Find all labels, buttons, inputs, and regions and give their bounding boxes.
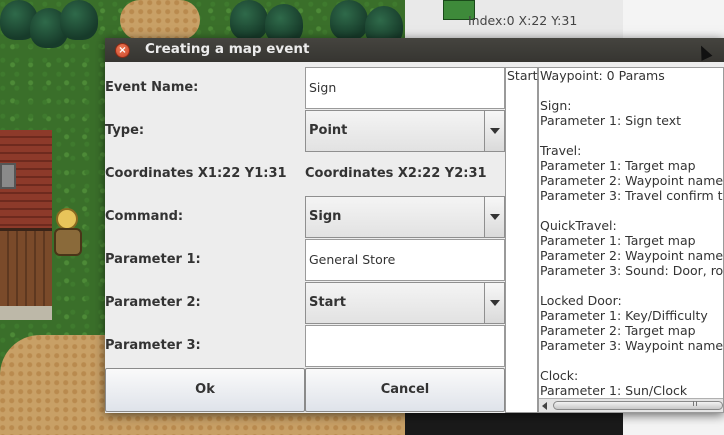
command-label: Command: [105, 209, 184, 224]
command-help-text: Waypoint: 0 Params Sign: Parameter 1: Si… [540, 68, 724, 398]
parameter1-label: Parameter 1: [105, 252, 201, 267]
event-name-label: Event Name: [105, 80, 199, 95]
scrollbar-thumb[interactable] [553, 401, 723, 410]
parameter1-row: Parameter 1: General Store [105, 239, 505, 282]
dirt-path-top [120, 0, 200, 40]
parameter2-selected-value: Start [309, 295, 346, 310]
coordinates-row: Coordinates X1:22 Y1:31 Coordinates X2:2… [105, 153, 505, 196]
command-dropdown[interactable]: Sign [305, 196, 505, 238]
close-icon[interactable]: × [115, 43, 130, 58]
type-row: Type: Point [105, 110, 505, 153]
npc-character-head [56, 208, 78, 230]
waypoint-list[interactable]: Start [505, 67, 538, 413]
parameter3-input[interactable] [305, 325, 505, 367]
scroll-left-icon[interactable] [542, 402, 547, 410]
parameter3-row: Parameter 3: [105, 325, 505, 368]
parameter2-label: Parameter 2: [105, 295, 201, 310]
dialog-title: Creating a map event [145, 41, 310, 57]
scrollbar-grip-icon [693, 401, 697, 406]
event-name-row: Event Name: Sign [105, 67, 505, 110]
type-label: Type: [105, 123, 145, 138]
tree [230, 0, 268, 40]
dialog-titlebar[interactable]: × Creating a map event [105, 38, 724, 62]
command-row: Command: Sign [105, 196, 505, 239]
parameter3-label: Parameter 3: [105, 338, 201, 353]
npc-character-body [54, 228, 82, 256]
type-dropdown[interactable]: Point [305, 110, 505, 152]
parameter2-row: Parameter 2: Start [105, 282, 505, 325]
chevron-down-icon[interactable] [484, 283, 504, 323]
house-chimney [0, 163, 16, 189]
chevron-down-icon[interactable] [484, 197, 504, 237]
tree [60, 0, 98, 40]
cancel-button[interactable]: Cancel [305, 368, 505, 412]
create-map-event-dialog: × Creating a map event Event Name: Sign … [105, 38, 724, 413]
coordinates-end-label: Coordinates X2:22 Y2:31 [305, 166, 487, 181]
index-coordinates-label: Index:0 X:22 Y:31 [468, 13, 578, 28]
event-name-input[interactable]: Sign [305, 67, 505, 109]
parameter2-dropdown[interactable]: Start [305, 282, 505, 324]
tree [330, 0, 368, 40]
type-selected-value: Point [309, 123, 348, 138]
ok-button[interactable]: Ok [105, 368, 305, 412]
command-help-pane[interactable]: Waypoint: 0 Params Sign: Parameter 1: Si… [538, 67, 724, 413]
horizontal-scrollbar[interactable] [539, 398, 723, 412]
command-selected-value: Sign [309, 209, 342, 224]
waypoint-list-item[interactable]: Start [507, 68, 538, 83]
coordinates-start-label: Coordinates X1:22 Y1:31 [105, 166, 287, 181]
parameter1-input[interactable]: General Store [305, 239, 505, 281]
chevron-down-icon[interactable] [484, 111, 504, 151]
house-foundation [0, 306, 52, 320]
